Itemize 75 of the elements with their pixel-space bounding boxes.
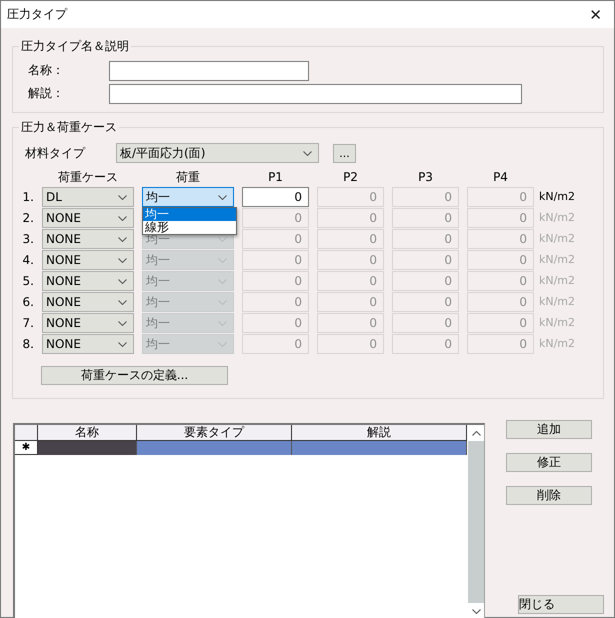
chevron-icon [218,236,227,242]
unit-label: kN/m2 [539,231,576,247]
input-field[interactable] [109,60,309,80]
scroll-up-icon[interactable] [472,430,480,436]
row-number: 3. [22,231,34,248]
column-header: P2 [342,169,359,186]
chevron-icon [218,194,227,200]
row-number: 2. [22,210,34,227]
row-number: 4. [22,252,34,269]
group-title: 圧力タイプ名＆説明 [20,38,130,55]
chevron-icon [118,342,127,346]
row-header[interactable]: ✱ [15,441,38,455]
unit-label: kN/m2 [539,252,576,268]
unit-label: kN/m2 [539,189,576,205]
dropdown-option[interactable]: 均一 [143,208,236,221]
browse-button[interactable]: ... [333,144,356,162]
load-case-dropdown[interactable]: NONE [42,271,134,291]
field-label: 解説： [27,85,65,102]
load-case-dropdown[interactable]: NONE [42,292,134,312]
chevron-icon [118,258,127,262]
load-case-dropdown[interactable]: DL [42,187,134,207]
field-label: 名称： [27,62,65,79]
unit-label: kN/m2 [539,210,576,226]
row-number: 5. [22,273,34,290]
chevron-icon [218,320,227,326]
table-corner[interactable] [15,425,38,441]
chevron-icon [118,236,127,242]
column-header[interactable]: 要素タイプ [137,425,292,441]
input-field[interactable] [109,84,522,104]
scrollbar[interactable] [468,425,484,618]
table-cell[interactable] [38,441,137,455]
unit-label: kN/m2 [539,336,576,352]
chevron-icon [218,258,227,262]
chevron-icon [303,150,312,156]
chevron-icon [118,216,127,220]
chevron-icon [118,278,127,284]
unit-label: kN/m2 [539,273,576,289]
column-header[interactable]: 名称 [38,425,137,441]
load-case-dropdown[interactable]: NONE [42,334,134,354]
load-case-dropdown[interactable]: NONE [42,229,134,249]
action-button[interactable]: 削除 [506,486,592,505]
chevron-icon [218,278,227,284]
define-load-cases-button[interactable]: 荷重ケースの定義... [41,366,228,385]
row-number: 6. [22,294,34,311]
column-header: P1 [267,169,284,186]
action-button[interactable]: 追加 [506,420,592,439]
row-number: 8. [22,336,34,353]
load-case-dropdown[interactable]: NONE [42,250,134,270]
load-case-dropdown[interactable]: NONE [42,208,134,228]
unit-label: kN/m2 [539,315,576,331]
chevron-icon [218,342,227,346]
column-header: 荷重ケース [57,169,119,186]
column-header[interactable]: 解説 [292,425,467,441]
column-header: 荷重 [175,169,201,186]
table-cell[interactable] [137,441,292,455]
close-button[interactable]: ✕ [585,6,606,24]
field-label: 材料タイプ [24,144,86,162]
chevron-icon [118,300,127,304]
input-field[interactable]: 0 [242,187,309,207]
column-header: P4 [492,169,509,186]
table-cell[interactable] [292,441,467,455]
column-header: P3 [417,169,434,186]
row-number: 7. [22,315,34,332]
window-title: 圧力タイプ [7,6,67,23]
unit-label: kN/m2 [539,294,576,310]
row-number: 1. [22,189,34,206]
chevron-icon [118,194,127,200]
action-button[interactable]: 閉じる [518,595,604,614]
scroll-down-icon[interactable] [472,608,480,614]
load-case-dropdown[interactable]: NONE [42,313,134,333]
group-title: 圧力＆荷重ケース [20,119,118,136]
action-button[interactable]: 修正 [506,453,592,472]
material-dropdown[interactable]: 板/平面応力(面) [116,143,319,163]
chevron-icon [118,320,127,326]
chevron-icon [218,300,227,304]
